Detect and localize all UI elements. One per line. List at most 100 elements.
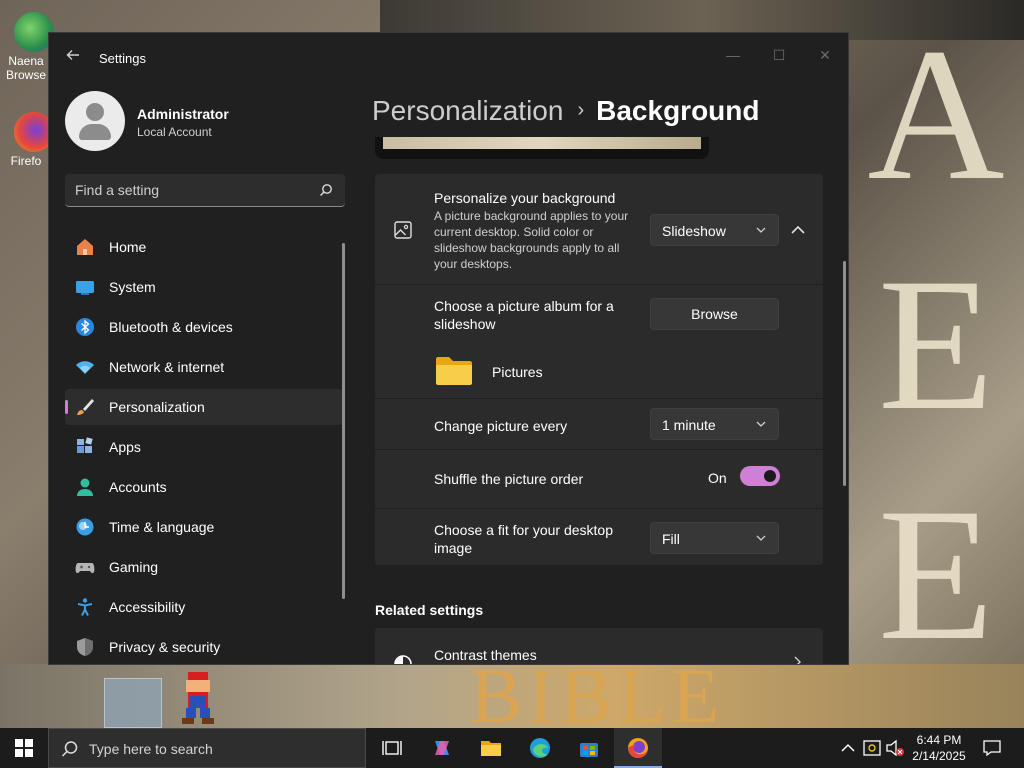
back-button[interactable]: [63, 48, 83, 68]
avatar: [65, 91, 125, 151]
chevron-right-icon: [794, 656, 801, 664]
taskbar-firefox[interactable]: [614, 728, 662, 768]
sidebar-item-gaming[interactable]: Gaming: [65, 549, 343, 585]
sidebar-item-time-language[interactable]: Time & language: [65, 509, 343, 545]
related-item-label: Contrast themes: [434, 647, 537, 663]
browse-button[interactable]: Browse: [650, 298, 779, 330]
start-button[interactable]: [0, 728, 48, 768]
dropdown-value: Slideshow: [662, 223, 726, 239]
minimize-button[interactable]: —: [716, 41, 750, 69]
contrast-icon: [394, 655, 412, 664]
folder-icon: [436, 357, 472, 385]
background-preview: [375, 137, 709, 159]
album-folder-name[interactable]: Pictures: [492, 364, 543, 380]
sidebar-item-label: Privacy & security: [109, 639, 221, 655]
settings-window: Settings — ☐ ✕ Administrator Local Accou…: [48, 32, 849, 665]
toggle-state-label: On: [708, 470, 727, 486]
system-icon: [76, 281, 94, 295]
taskbar-file-explorer[interactable]: [467, 728, 515, 768]
speaker-muted-icon[interactable]: [885, 738, 905, 758]
firefox-icon: [628, 738, 648, 758]
wallpaper-letter: E: [877, 240, 995, 450]
taskbar-search-placeholder: Type here to search: [89, 741, 213, 757]
sidebar-item-personalization[interactable]: Personalization: [65, 389, 343, 425]
desktop-icon-label: Naena Browse: [5, 54, 46, 82]
shuffle-toggle[interactable]: [740, 466, 780, 486]
sidebar-item-label: Apps: [109, 439, 141, 455]
time-language-icon: [76, 518, 94, 536]
sidebar-item-label: System: [109, 279, 156, 295]
close-button[interactable]: ✕: [808, 41, 842, 69]
accounts-icon: [77, 478, 93, 496]
sidebar-item-label: Time & language: [109, 519, 215, 535]
fit-dropdown[interactable]: Fill: [650, 522, 779, 554]
edge-icon: [530, 738, 550, 758]
wallpaper-letter: A: [867, 10, 1005, 220]
search-icon[interactable]: [319, 183, 333, 197]
desktop-icon-thumbnail[interactable]: [104, 678, 162, 728]
clock-date: 2/14/2025: [912, 749, 966, 763]
mario-sprite-icon: [182, 672, 214, 724]
related-item-contrast-themes[interactable]: Contrast themes: [375, 628, 823, 664]
maximize-button[interactable]: ☐: [762, 41, 796, 69]
sidebar-item-label: Home: [109, 239, 147, 255]
desktop-icon-label: Firefo: [10, 154, 42, 168]
background-type-dropdown[interactable]: Slideshow: [650, 214, 779, 246]
sidebar-item-home[interactable]: Home: [65, 229, 343, 265]
profile-account-type: Local Account: [137, 125, 212, 139]
bluetooth-icon: [76, 318, 94, 336]
related-settings-heading: Related settings: [375, 602, 484, 618]
arrow-left-icon: [66, 50, 79, 60]
chevron-up-icon[interactable]: [787, 220, 809, 240]
gaming-icon: [75, 563, 95, 574]
taskbar-edge[interactable]: [516, 728, 564, 768]
clock[interactable]: 6:44 PM 2/14/2025: [911, 732, 967, 764]
breadcrumb-parent[interactable]: Personalization: [372, 95, 563, 126]
content-scrollbar[interactable]: [843, 261, 846, 486]
chevron-up-icon[interactable]: [838, 738, 858, 758]
sidebar-item-accounts[interactable]: Accounts: [65, 469, 343, 505]
sidebar-scrollbar[interactable]: [342, 243, 345, 599]
sidebar-item-label: Bluetooth & devices: [109, 319, 233, 335]
sidebar-item-bluetooth[interactable]: Bluetooth & devices: [65, 309, 343, 345]
sidebar-item-privacy-security[interactable]: Privacy & security: [65, 629, 343, 664]
sidebar-item-accessibility[interactable]: Accessibility: [65, 589, 343, 625]
notifications-icon[interactable]: [982, 738, 1002, 758]
sidebar-item-network[interactable]: Network & internet: [65, 349, 343, 385]
chevron-down-icon: [756, 227, 766, 233]
wallpaper-letter: E: [877, 470, 995, 680]
image-icon: [394, 221, 412, 239]
window-title: Settings: [99, 51, 146, 66]
change-picture-card: Change picture every 1 minute: [375, 399, 823, 449]
shuffle-label: Shuffle the picture order: [434, 471, 584, 487]
breadcrumb-separator: ›: [577, 99, 585, 121]
fit-label: Choose a fit for your desktop image: [434, 522, 613, 556]
sidebar-item-system[interactable]: System: [65, 269, 343, 305]
personalize-background-description: A picture background applies to your cur…: [434, 209, 629, 271]
wallpaper-bible-text: BIBLE: [470, 664, 726, 728]
search-icon: [61, 741, 78, 757]
brush-icon: [77, 399, 94, 415]
user-profile[interactable]: Administrator Local Account: [65, 91, 345, 155]
fit-card: Choose a fit for your desktop image Fill: [375, 509, 823, 565]
sidebar-item-label: Gaming: [109, 559, 159, 575]
sidebar-nav: Home System Bluetooth & devices Network …: [65, 229, 343, 664]
windows-logo-icon: [15, 739, 33, 757]
personalize-background-title: Personalize your background: [434, 190, 616, 206]
shuffle-card: Shuffle the picture order On: [375, 450, 823, 508]
security-tray-icon[interactable]: [862, 738, 882, 758]
taskbar-search[interactable]: Type here to search: [48, 728, 366, 768]
sidebar-item-apps[interactable]: Apps: [65, 429, 343, 465]
wallpaper-letters: A E E: [848, 0, 1024, 728]
taskbar-store[interactable]: [565, 728, 613, 768]
dropdown-value: Fill: [662, 531, 680, 547]
profile-name: Administrator: [137, 106, 229, 122]
change-interval-dropdown[interactable]: 1 minute: [650, 408, 779, 440]
taskbar-copilot[interactable]: [418, 728, 466, 768]
find-setting-input[interactable]: [75, 174, 310, 206]
mario-icon[interactable]: [180, 672, 216, 726]
task-view-icon: [382, 741, 402, 755]
sidebar-item-label: Accessibility: [109, 599, 186, 615]
task-view-button[interactable]: [368, 728, 416, 768]
network-icon: [76, 361, 94, 374]
